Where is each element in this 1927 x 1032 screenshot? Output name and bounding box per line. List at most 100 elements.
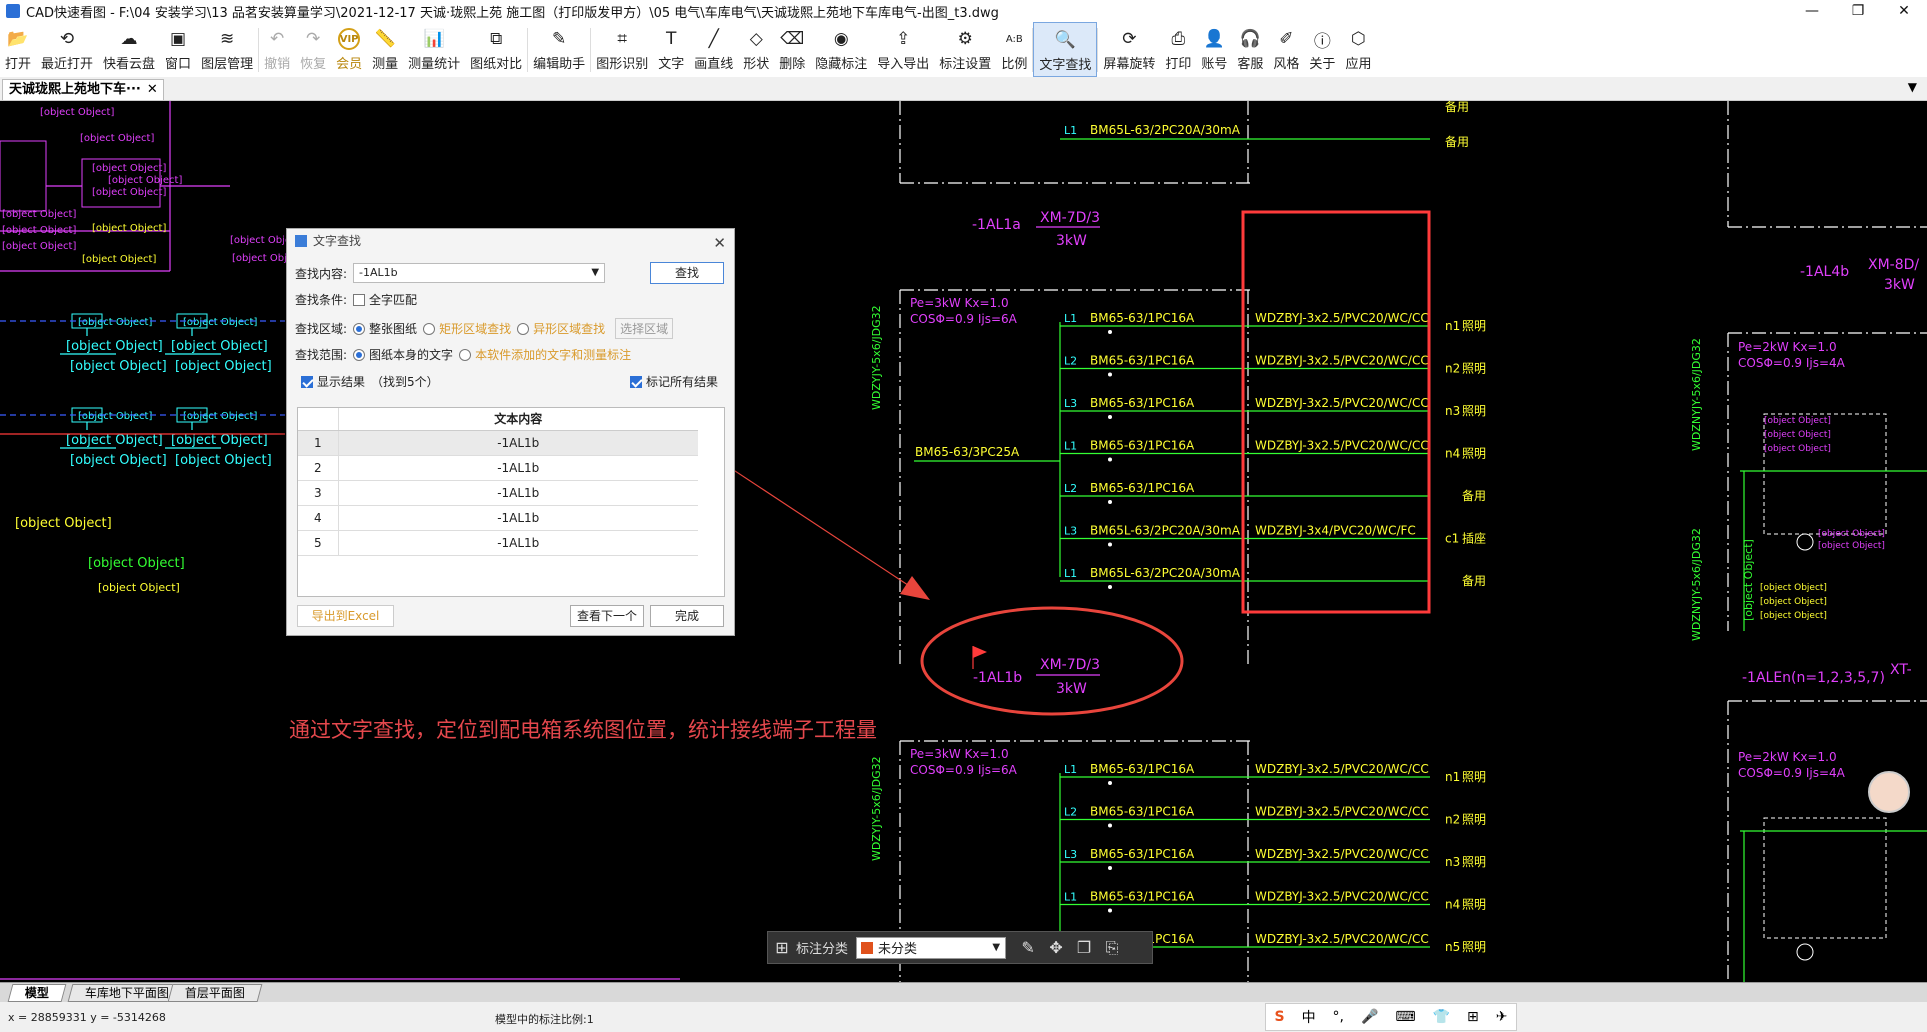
- toolbar-label: 标注设置: [939, 57, 992, 72]
- toolbar-button-8[interactable]: 📏 测量: [367, 22, 403, 77]
- toolbar-button-25[interactable]: 🎧 客服: [1232, 22, 1268, 77]
- cad-text: XM-7D/3: [1040, 210, 1100, 226]
- close-window-button[interactable]: ✕: [1881, 0, 1927, 22]
- mark-all-checkbox[interactable]: [630, 375, 642, 388]
- toolbar-button-9[interactable]: 📊 测量统计: [403, 22, 465, 77]
- cad-text: XT-: [1890, 662, 1912, 678]
- toolbar-button-0[interactable]: 📂 打开: [0, 22, 36, 77]
- area-radio-rect[interactable]: [423, 322, 436, 335]
- chevron-down-icon[interactable]: ▼: [591, 264, 599, 282]
- toolbar-button-11[interactable]: ✎ 编辑助手: [528, 22, 590, 77]
- toolbar-button-24[interactable]: 👤 账号: [1196, 22, 1232, 77]
- ime-item[interactable]: 👕: [1433, 1009, 1450, 1025]
- toolbar-icon: ⬡: [1351, 29, 1366, 49]
- ime-item[interactable]: 🎤: [1361, 1009, 1378, 1025]
- maximize-button[interactable]: ❐: [1835, 0, 1881, 22]
- toolbar-button-22[interactable]: ⟳ 屏幕旋转: [1098, 22, 1160, 77]
- toolbar-label: 编辑助手: [533, 57, 586, 72]
- cad-text: [object Object]: [82, 254, 156, 265]
- toolbar-button-10[interactable]: ⧉ 图纸对比: [465, 22, 527, 77]
- done-button[interactable]: 完成: [650, 605, 724, 627]
- monitor-symbol: [1796, 533, 1814, 551]
- find-label: 查找内容:: [295, 266, 348, 281]
- toolbar-icon: VIP: [338, 28, 361, 50]
- show-results-checkbox[interactable]: [301, 375, 313, 388]
- toolbar-button-15[interactable]: ◇ 形状: [738, 22, 774, 77]
- toolbar-button-12[interactable]: ⌗ 图形识别: [591, 22, 653, 77]
- layout-tab-ground-floor[interactable]: 首层平面图: [167, 984, 263, 1002]
- close-tab-icon[interactable]: ✕: [147, 80, 158, 100]
- cad-text: XM-8D/: [1868, 257, 1919, 273]
- range-label: 查找范围:: [295, 348, 348, 362]
- mark-all-label: 标记所有结果: [646, 375, 719, 389]
- paste-icon[interactable]: ⎘: [1098, 938, 1126, 958]
- toolbar-button-13[interactable]: T 文字: [653, 22, 689, 77]
- range-radio-drawing[interactable]: [353, 348, 366, 361]
- view-next-button[interactable]: 查看下一个: [570, 605, 644, 627]
- ime-item[interactable]: ⌨: [1395, 1009, 1415, 1025]
- cad-text: BM65-63/1PC16A: [1090, 439, 1195, 453]
- toolbar-button-26[interactable]: ✐ 风格: [1268, 22, 1304, 77]
- area-radio-irregular[interactable]: [517, 322, 530, 335]
- range-radio-added[interactable]: [459, 348, 472, 361]
- toolbar-button-16[interactable]: ⌫ 删除: [774, 22, 810, 77]
- toolbar-button-5[interactable]: ↶ 撤销: [259, 22, 295, 77]
- toolbar-button-1[interactable]: ⟲ 最近打开: [36, 22, 98, 77]
- toolbar-button-4[interactable]: ≋ 图层管理: [196, 22, 258, 77]
- tab-list-dropdown-icon[interactable]: ▼: [1908, 80, 1917, 94]
- cad-text: [object Object]: [2, 241, 76, 252]
- export-excel-button[interactable]: 导出到Excel: [297, 605, 394, 627]
- toolbar-label: 测量统计: [408, 57, 461, 72]
- result-row[interactable]: 5 -1AL1b: [298, 530, 698, 556]
- ime-item[interactable]: ✈: [1496, 1009, 1508, 1025]
- toolbar-button-19[interactable]: ⚙ 标注设置: [934, 22, 996, 77]
- select-area-button[interactable]: 选择区域: [615, 318, 674, 339]
- find-input[interactable]: -1AL1b ▼: [353, 263, 606, 283]
- move-icon[interactable]: ✥: [1042, 938, 1070, 957]
- toolbar-button-17[interactable]: ◉ 隐藏标注: [810, 22, 872, 77]
- dialog-close-icon[interactable]: ✕: [713, 231, 726, 255]
- ime-item[interactable]: ⊞: [1467, 1009, 1479, 1025]
- toolbar-button-27[interactable]: ⓘ 关于: [1304, 22, 1340, 77]
- toolbar-button-20[interactable]: A:B 比例: [996, 22, 1032, 77]
- full-match-checkbox[interactable]: [353, 293, 366, 306]
- layout-tab-model[interactable]: 模型: [7, 984, 67, 1002]
- toolbar-icon: ⓘ: [1313, 31, 1331, 52]
- find-button[interactable]: 查找: [650, 262, 724, 284]
- toolbar-button-3[interactable]: ▣ 窗口: [160, 22, 196, 77]
- area-radio-whole[interactable]: [353, 322, 366, 335]
- minimize-button[interactable]: —: [1789, 0, 1835, 22]
- toolbar-button-28[interactable]: ⬡ 应用: [1340, 22, 1376, 77]
- toolbar-button-21[interactable]: 🔍 文字查找: [1033, 22, 1098, 77]
- result-row[interactable]: 1 -1AL1b: [298, 430, 698, 456]
- status-bar: x = 28859331 y = -5314268 模型中的标注比例:1: [0, 1002, 1927, 1032]
- condition-row: 查找条件: 全字匹配: [295, 291, 417, 308]
- cad-text: 备用: [1462, 574, 1486, 588]
- cad-text: WDZYJY-5x6/JDG32: [870, 305, 883, 410]
- cad-text: [object Object]: [1760, 583, 1827, 593]
- layout-tab-bar: 模型 车库地下平面图 首层平面图: [0, 982, 1927, 1002]
- result-row[interactable]: 2 -1AL1b: [298, 455, 698, 481]
- toolbar-button-2[interactable]: ☁ 快看云盘: [98, 22, 160, 77]
- toolbar-button-7[interactable]: VIP 会员: [331, 22, 367, 77]
- toolbar-button-14[interactable]: ╱ 画直线: [689, 22, 738, 77]
- area-row: 查找区域: 整张图纸 矩形区域查找 异形区域查找 选择区域: [295, 318, 674, 339]
- cad-text: [object Object]: [1764, 444, 1831, 454]
- toolbar-button-23[interactable]: ⎙ 打印: [1160, 22, 1196, 77]
- grid-icon[interactable]: ⊞: [768, 938, 796, 957]
- cad-text: [object Object]: [175, 359, 272, 374]
- toolbar-button-6[interactable]: ↷ 恢复: [295, 22, 331, 77]
- copy-icon[interactable]: ❐: [1070, 938, 1098, 957]
- cad-text: [object Object]: [70, 359, 167, 374]
- result-row[interactable]: 4 -1AL1b: [298, 505, 698, 531]
- assistant-avatar[interactable]: [1868, 771, 1910, 813]
- toolbar-button-18[interactable]: ⇪ 导入导出: [872, 22, 934, 77]
- result-row[interactable]: 3 -1AL1b: [298, 480, 698, 506]
- ime-item[interactable]: °,: [1333, 1009, 1344, 1025]
- edit-icon[interactable]: ✎: [1014, 938, 1042, 957]
- cad-text: WDZYJY-5x6/JDG32: [870, 756, 883, 861]
- annotation-category-select[interactable]: 未分类 ▼: [856, 936, 1007, 959]
- document-tab[interactable]: 天诚珑熙上苑地下车··· ✕: [2, 79, 164, 100]
- chevron-down-icon[interactable]: ▼: [992, 942, 1000, 953]
- ime-item[interactable]: 中: [1302, 1007, 1316, 1027]
